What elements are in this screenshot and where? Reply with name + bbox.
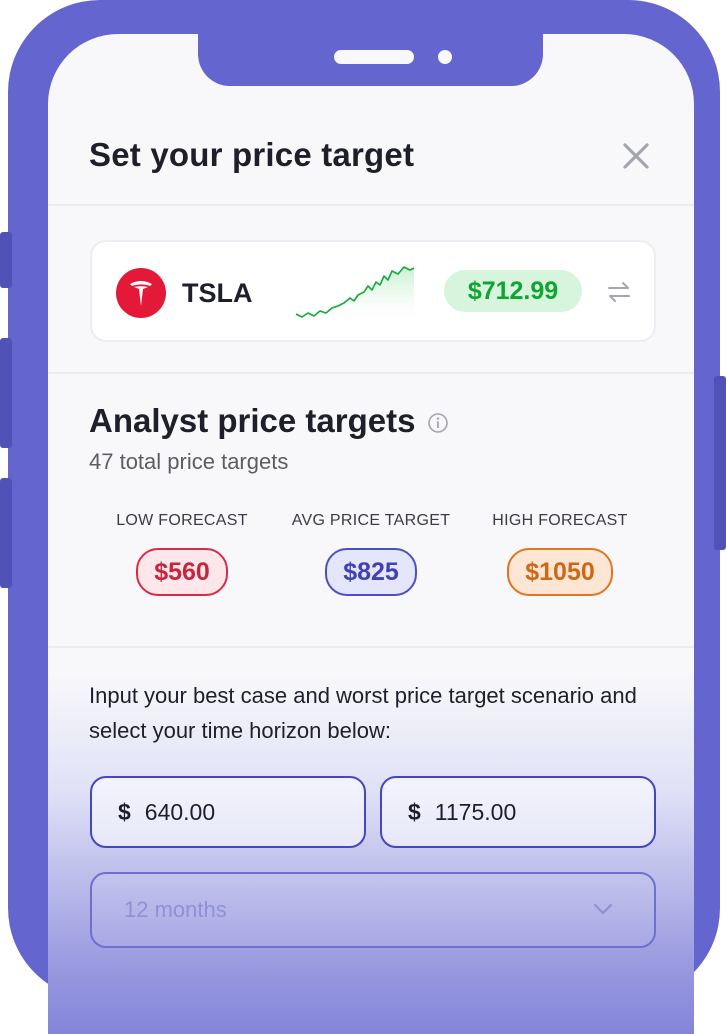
ticker-symbol: TSLA bbox=[182, 278, 253, 308]
app-screen: Set your price target TSLA $712.99 Analy… bbox=[48, 34, 694, 1034]
ticker-card[interactable]: TSLA $712.99 bbox=[90, 240, 656, 342]
side-button-power bbox=[714, 376, 726, 550]
time-horizon-select[interactable]: 12 months bbox=[90, 872, 656, 948]
worst-case-input[interactable]: $ 640.00 bbox=[90, 776, 366, 848]
close-button[interactable] bbox=[618, 138, 654, 174]
side-button-volume-up bbox=[0, 338, 12, 448]
swap-icon bbox=[608, 282, 630, 302]
worst-case-value: 640.00 bbox=[144, 798, 216, 825]
divider bbox=[48, 646, 694, 648]
forecast-label: AVG PRICE TARGET bbox=[291, 512, 451, 529]
best-case-value: 1175.00 bbox=[434, 798, 517, 825]
swap-ticker-button[interactable] bbox=[606, 280, 632, 309]
close-icon bbox=[623, 143, 649, 169]
side-button-mute bbox=[0, 232, 12, 288]
current-price-badge: $712.99 bbox=[444, 270, 582, 312]
phone-frame: Set your price target TSLA $712.99 Analy… bbox=[0, 0, 726, 1034]
front-camera bbox=[438, 50, 452, 64]
price-sparkline bbox=[295, 266, 415, 326]
best-case-input[interactable]: $ 1175.00 bbox=[380, 776, 656, 848]
forecast-value-badge: $825 bbox=[325, 548, 417, 596]
forecast-avg: AVG PRICE TARGET $825 bbox=[271, 512, 471, 596]
info-icon[interactable] bbox=[427, 412, 449, 434]
analyst-section-title: Analyst price targets bbox=[89, 402, 449, 440]
currency-symbol: $ bbox=[118, 798, 131, 825]
divider bbox=[48, 372, 694, 374]
tesla-logo-icon bbox=[116, 268, 166, 318]
time-horizon-value: 12 months bbox=[124, 897, 227, 922]
forecast-low: LOW FORECAST $560 bbox=[82, 512, 282, 596]
forecast-value-badge: $560 bbox=[136, 548, 228, 596]
phone-notch bbox=[198, 34, 543, 86]
divider bbox=[48, 204, 694, 206]
forecast-high: HIGH FORECAST $1050 bbox=[460, 512, 660, 596]
analyst-title-text: Analyst price targets bbox=[89, 402, 416, 439]
forecast-label: LOW FORECAST bbox=[116, 512, 248, 529]
chevron-down-icon bbox=[593, 903, 613, 915]
scenario-instructions: Input your best case and worst price tar… bbox=[89, 683, 637, 743]
side-button-volume-down bbox=[0, 478, 12, 588]
forecast-value-badge: $1050 bbox=[507, 548, 613, 596]
speaker-grille bbox=[334, 50, 414, 64]
price-target-count: 47 total price targets bbox=[89, 449, 289, 474]
currency-symbol: $ bbox=[408, 798, 421, 825]
forecast-label: HIGH FORECAST bbox=[492, 512, 628, 529]
modal-title: Set your price target bbox=[89, 136, 415, 173]
